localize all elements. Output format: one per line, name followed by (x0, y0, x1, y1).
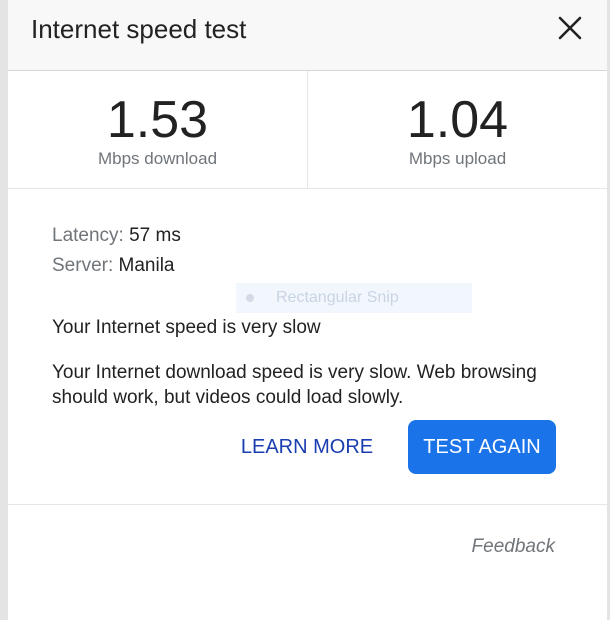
speed-description: Your Internet download speed is very slo… (52, 362, 537, 408)
dialog-title: Internet speed test (31, 14, 247, 44)
latency-row: Latency: 57 ms (52, 221, 572, 251)
server-row: Server: Manila (52, 251, 572, 281)
upload-speed-unit: Mbps upload (408, 149, 507, 168)
download-speed-unit: Mbps download (97, 149, 218, 168)
test-details: Latency: 57 ms Server: Manila Your Inter… (52, 221, 572, 410)
test-again-button[interactable]: TEST AGAIN (408, 420, 556, 474)
server-value: Manila (118, 255, 175, 276)
latency-value: 57 ms (129, 225, 181, 246)
upload-speed-value: 1.04 (406, 91, 509, 149)
close-icon (558, 16, 582, 40)
footer-divider (8, 504, 607, 505)
dialog-header: Internet speed test (8, 0, 607, 71)
upload-result: 1.04 Mbps upload (308, 71, 607, 188)
download-speed-value: 1.53 (106, 91, 209, 149)
speed-results: 1.53 Mbps download 1.04 Mbps upload (8, 71, 607, 189)
download-result: 1.53 Mbps download (8, 71, 308, 188)
feedback-link[interactable]: Feedback (472, 536, 555, 558)
close-button[interactable] (555, 13, 585, 43)
speed-test-dialog: Internet speed test 1.53 Mbps download 1… (0, 0, 610, 620)
speed-status: Your Internet speed is very slow (52, 317, 321, 338)
latency-label: Latency: (52, 225, 124, 246)
learn-more-link[interactable]: LEARN MORE (230, 432, 384, 462)
server-label: Server: (52, 255, 114, 276)
